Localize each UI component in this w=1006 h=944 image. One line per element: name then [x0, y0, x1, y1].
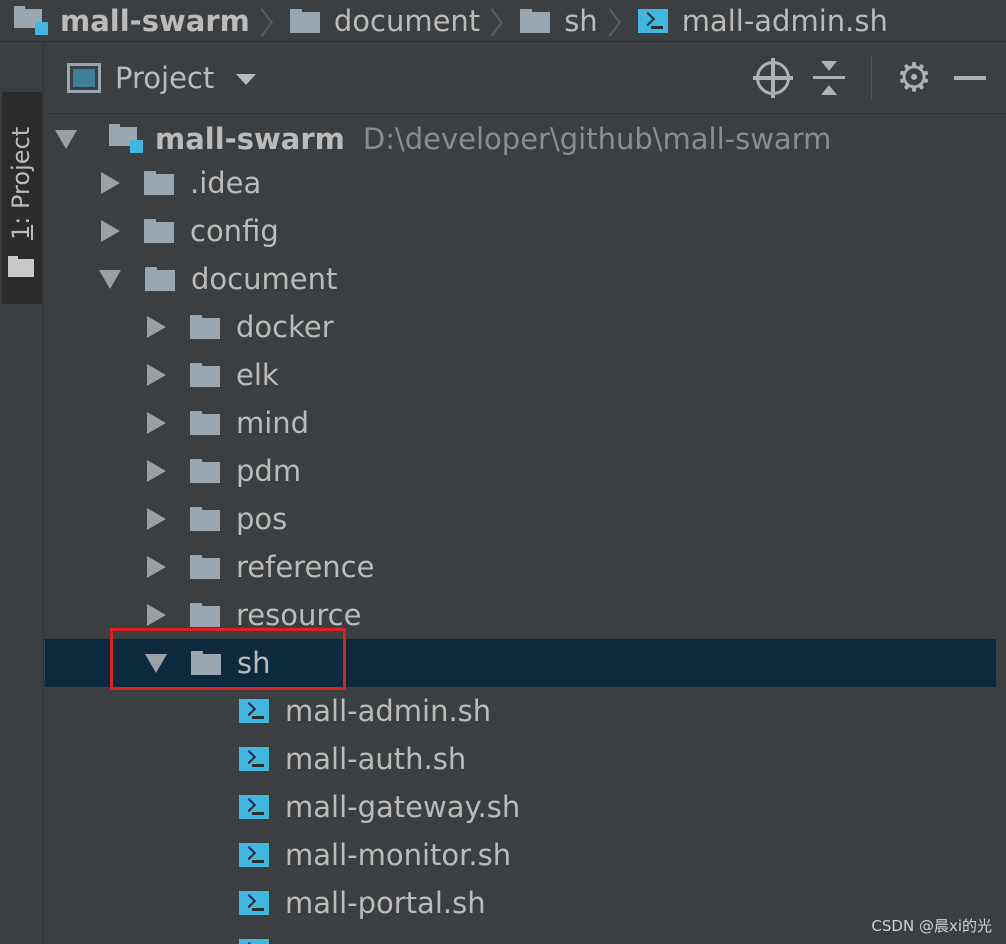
tool-tab-label: 1: Project [7, 126, 35, 240]
tree-row-config[interactable]: config [45, 207, 1006, 255]
folder-icon [144, 219, 174, 243]
breadcrumb-separator-icon [608, 0, 630, 42]
project-folder-icon [8, 256, 34, 278]
header-toolbar: ⚙ [745, 42, 1006, 114]
collapse-all-icon [813, 60, 845, 95]
tree-row-mall-monitor-sh[interactable]: mall-monitor.sh [45, 831, 1006, 879]
left-tool-strip: 1: Project [0, 42, 44, 944]
tree-row-pos[interactable]: pos [45, 495, 1006, 543]
locate-icon [753, 57, 793, 98]
shell-script-icon [239, 891, 269, 915]
shell-script-icon [239, 747, 269, 771]
navigation-breadcrumb: mall-swarm document sh mall-admin.sh [0, 0, 1006, 42]
collapsed-arrow-icon[interactable] [147, 556, 166, 578]
folder-icon [190, 315, 220, 339]
hide-icon [954, 75, 986, 80]
watermark: CSDN @晨xi的光 [871, 917, 992, 935]
shell-script-icon [637, 8, 668, 33]
tree-scrollbar-track[interactable] [996, 115, 1006, 944]
toolbar-divider [871, 55, 872, 100]
collapsed-arrow-icon[interactable] [147, 460, 166, 482]
collapsed-arrow-icon[interactable] [101, 172, 120, 194]
tree-row-mall-auth-sh[interactable]: mall-auth.sh [45, 735, 1006, 783]
project-title: Project [115, 60, 215, 95]
expanded-arrow-icon[interactable] [99, 269, 121, 289]
annotation-highlight-box [110, 628, 346, 690]
folder-icon [190, 363, 220, 387]
tree-row-mall-portal-sh[interactable]: mall-portal.sh [45, 879, 1006, 927]
breadcrumb-item-sh[interactable]: sh [520, 0, 638, 42]
tool-tab-project[interactable]: 1: Project [2, 92, 42, 304]
tree-row-mall-admin-sh[interactable]: mall-admin.sh [45, 687, 1006, 735]
project-view-selector[interactable]: Project [67, 60, 257, 95]
gear-icon: ⚙ [896, 54, 932, 101]
collapsed-arrow-icon[interactable] [147, 316, 166, 338]
locate-file-button[interactable] [745, 50, 801, 106]
hide-panel-button[interactable] [942, 50, 998, 106]
module-folder-icon [14, 5, 48, 36]
shell-script-icon [239, 939, 269, 944]
project-panel-header: Project ⚙ [45, 42, 1006, 114]
expanded-arrow-icon[interactable] [55, 129, 77, 149]
shell-script-icon [239, 843, 269, 867]
collapsed-arrow-icon[interactable] [147, 508, 166, 530]
settings-button[interactable]: ⚙ [886, 50, 942, 106]
tree-row-pdm[interactable]: pdm [45, 447, 1006, 495]
folder-icon [190, 411, 220, 435]
folder-icon [190, 555, 220, 579]
breadcrumb-item-mall-swarm[interactable]: mall-swarm [14, 0, 290, 42]
shell-script-icon [239, 699, 269, 723]
breadcrumb-separator-icon [260, 0, 282, 42]
tree-row-elk[interactable]: elk [45, 351, 1006, 399]
collapsed-arrow-icon[interactable] [147, 412, 166, 434]
root-path: D:\developer\github\mall-swarm [362, 122, 832, 156]
folder-icon [190, 507, 220, 531]
shell-script-icon [239, 795, 269, 819]
tree-row-reference[interactable]: reference [45, 543, 1006, 591]
tree-row-mall-gateway-sh[interactable]: mall-gateway.sh [45, 783, 1006, 831]
folder-icon [289, 8, 320, 33]
collapsed-arrow-icon[interactable] [147, 604, 166, 626]
folder-icon [144, 171, 174, 195]
chevron-down-icon [236, 74, 257, 85]
breadcrumb-item-mall-admin-sh[interactable]: mall-admin.sh [637, 0, 888, 42]
tree-row-partial[interactable] [45, 927, 1006, 944]
project-window-icon [67, 62, 101, 93]
tree-row-root[interactable]: mall-swarm D:\developer\github\mall-swar… [45, 115, 1006, 163]
collapsed-arrow-icon[interactable] [101, 220, 120, 242]
collapsed-arrow-icon[interactable] [147, 364, 166, 386]
tree-row-idea[interactable]: .idea [45, 159, 1006, 207]
project-tree: mall-swarm D:\developer\github\mall-swar… [45, 115, 1006, 944]
tree-row-document[interactable]: document [45, 255, 1006, 303]
breadcrumb-item-document[interactable]: document [289, 0, 520, 42]
folder-icon [145, 267, 175, 291]
module-folder-icon [109, 124, 143, 154]
folder-icon [520, 8, 551, 33]
collapse-all-button[interactable] [801, 50, 857, 106]
folder-icon [190, 603, 220, 627]
tree-row-mind[interactable]: mind [45, 399, 1006, 447]
tree-row-docker[interactable]: docker [45, 303, 1006, 351]
breadcrumb-separator-icon [490, 0, 512, 42]
folder-icon [190, 459, 220, 483]
